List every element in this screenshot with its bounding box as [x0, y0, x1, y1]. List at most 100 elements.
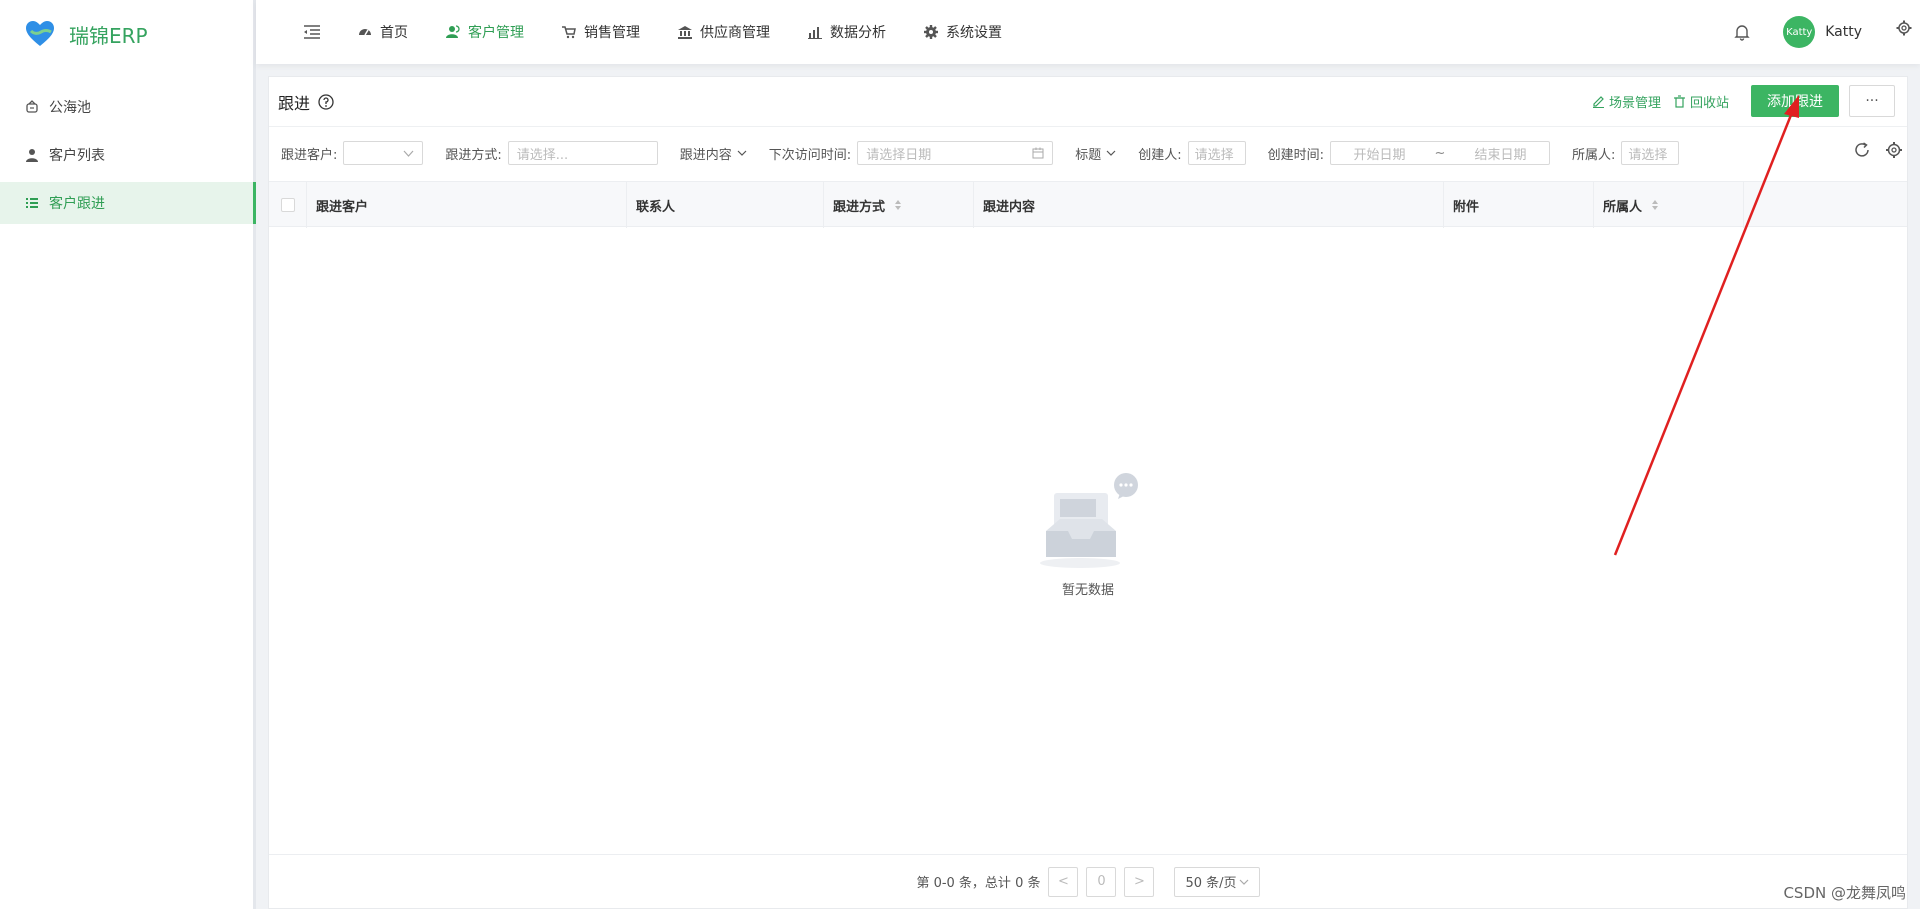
- dashboard-icon: [358, 25, 372, 39]
- next-visit-filter-label: 下次访问时间:: [768, 147, 852, 163]
- nav-system-settings[interactable]: 系统设置: [924, 22, 1002, 42]
- empty-text: 暂无数据: [1061, 583, 1114, 598]
- calendar-icon: [1032, 147, 1044, 159]
- sort-icon[interactable]: [1650, 199, 1660, 211]
- menu-collapse-icon[interactable]: [302, 21, 324, 43]
- nav-home[interactable]: 首页: [358, 22, 408, 42]
- bar-chart-icon: [808, 25, 822, 39]
- column-header-method[interactable]: 跟进方式: [824, 182, 974, 228]
- edit-icon: [1592, 95, 1605, 108]
- current-page[interactable]: 0: [1086, 866, 1117, 897]
- chevron-down-icon: [403, 150, 414, 157]
- followup-panel: 跟进 场景管理 回收站 添加跟进 ··· 跟进客户: 跟进方式: 请选择... …: [268, 76, 1908, 909]
- owner-filter-select[interactable]: 请选择: [1621, 141, 1680, 165]
- nav-label: 数据分析: [830, 25, 886, 41]
- trash-icon: [1673, 94, 1686, 108]
- settings-gear-icon[interactable]: [1896, 20, 1912, 36]
- side-menu: 公海池 客户列表 客户跟进: [0, 86, 256, 224]
- content-filter-label: 跟进内容: [679, 147, 732, 163]
- followup-table: 跟进客户 联系人 跟进方式 跟进内容 附件 所属人: [269, 181, 1907, 228]
- range-separator: ~: [1434, 145, 1446, 161]
- title-filter-label: 标题: [1075, 147, 1102, 163]
- recycle-bin-label: 回收站: [1689, 95, 1729, 111]
- chevron-down-icon: [737, 148, 747, 158]
- page-size-select[interactable]: 50 条/页: [1174, 866, 1260, 897]
- bell-icon[interactable]: [1733, 23, 1751, 41]
- column-settings-icon[interactable]: [1885, 141, 1903, 159]
- empty-inbox-icon: [1040, 473, 1138, 568]
- scene-management-button[interactable]: 场景管理: [1592, 92, 1661, 111]
- chevron-down-icon: [1239, 879, 1248, 885]
- filter-bar: 跟进客户: 跟进方式: 请选择... 跟进内容 下次访问时间: 请选择日期 标题…: [269, 127, 1907, 179]
- created-time-filter-label: 创建时间:: [1267, 147, 1324, 163]
- creator-filter-label: 创建人:: [1138, 147, 1182, 163]
- sort-icon[interactable]: [893, 199, 903, 211]
- sidebar-item-public-pool[interactable]: 公海池: [0, 86, 253, 128]
- bank-icon: [678, 25, 692, 39]
- title-filter-dropdown[interactable]: 标题: [1075, 144, 1116, 163]
- page-size-label: 50 条/页: [1185, 876, 1237, 891]
- column-header-label: 附件: [1453, 199, 1480, 215]
- nav-label: 系统设置: [946, 25, 1002, 41]
- scene-management-label: 场景管理: [1608, 95, 1661, 111]
- username[interactable]: Katty: [1825, 24, 1862, 40]
- sidebar-item-label: 公海池: [49, 100, 91, 116]
- pagination-summary: 第 0-0 条，总计 0 条: [916, 876, 1041, 891]
- sea-pool-icon: [25, 100, 39, 114]
- empty-state: 暂无数据: [269, 471, 1907, 598]
- page-title: 跟进: [278, 93, 311, 113]
- column-header-content[interactable]: 跟进内容: [974, 182, 1444, 228]
- user-icon: [25, 148, 39, 162]
- chevron-down-icon: [1106, 148, 1116, 158]
- column-header-attachment[interactable]: 附件: [1444, 182, 1594, 228]
- nav-label: 供应商管理: [700, 25, 770, 41]
- next-visit-date-picker[interactable]: 请选择日期: [857, 141, 1054, 165]
- sidebar-item-label: 客户跟进: [49, 196, 105, 212]
- sidebar-item-label: 客户列表: [49, 148, 105, 164]
- help-icon[interactable]: [318, 93, 334, 110]
- top-right-area: Katty Katty: [1733, 0, 1920, 64]
- column-header-owner[interactable]: 所属人: [1594, 182, 1744, 228]
- method-filter-select[interactable]: 请选择...: [507, 141, 658, 165]
- pagination: 第 0-0 条，总计 0 条 < 0 > 50 条/页: [269, 854, 1907, 908]
- more-options-button[interactable]: ···: [1849, 85, 1895, 117]
- sidebar-item-customer-followup[interactable]: 客户跟进: [0, 182, 256, 224]
- add-followup-button[interactable]: 添加跟进: [1751, 85, 1839, 117]
- start-date-placeholder: 开始日期: [1353, 147, 1406, 163]
- top-nav-bar: 首页 客户管理 销售管理 供应商管理 数据分析 系统设置 Katty Katty: [256, 0, 1920, 64]
- column-header-label: 联系人: [636, 199, 676, 215]
- nav-sales-management[interactable]: 销售管理: [562, 22, 640, 42]
- customer-filter-label: 跟进客户:: [281, 147, 338, 163]
- creator-filter-select[interactable]: 请选择: [1187, 141, 1246, 165]
- date-placeholder: 请选择日期: [866, 147, 932, 163]
- nav-customer-management[interactable]: 客户管理: [446, 22, 524, 42]
- list-icon: [25, 196, 39, 210]
- column-header-label: 跟进方式: [833, 199, 886, 215]
- heart-logo-icon: [26, 21, 54, 46]
- column-header-spacer: [1744, 182, 1907, 228]
- select-all-cell: [269, 182, 307, 228]
- gear-icon: [924, 25, 938, 39]
- prev-page-button[interactable]: <: [1048, 866, 1079, 897]
- sidebar-item-customer-list[interactable]: 客户列表: [0, 134, 253, 176]
- customer-filter-select[interactable]: [343, 141, 424, 165]
- column-header-customer[interactable]: 跟进客户: [307, 182, 627, 228]
- nav-data-analysis[interactable]: 数据分析: [808, 22, 886, 42]
- sidebar: 瑞锦ERP 公海池 客户列表 客户跟进: [0, 0, 256, 909]
- watermark: CSDN @龙舞凤鸣: [1783, 884, 1906, 902]
- column-header-contact[interactable]: 联系人: [627, 182, 824, 228]
- method-filter-label: 跟进方式:: [445, 147, 502, 163]
- next-page-button[interactable]: >: [1124, 866, 1155, 897]
- nav-supplier-management[interactable]: 供应商管理: [678, 22, 770, 42]
- select-all-checkbox[interactable]: [280, 198, 295, 212]
- avatar[interactable]: Katty: [1783, 16, 1816, 48]
- refresh-icon[interactable]: [1853, 141, 1871, 159]
- created-time-range-picker[interactable]: 开始日期 ~ 结束日期: [1329, 141, 1550, 165]
- customers-icon: [446, 25, 460, 39]
- nav-label: 销售管理: [584, 25, 640, 41]
- header-actions: 场景管理 回收站 添加跟进 ···: [1592, 85, 1895, 117]
- app-name: 瑞锦ERP: [69, 23, 148, 48]
- logo[interactable]: 瑞锦ERP: [0, 0, 253, 68]
- content-filter-dropdown[interactable]: 跟进内容: [680, 144, 747, 163]
- recycle-bin-button[interactable]: 回收站: [1673, 92, 1729, 111]
